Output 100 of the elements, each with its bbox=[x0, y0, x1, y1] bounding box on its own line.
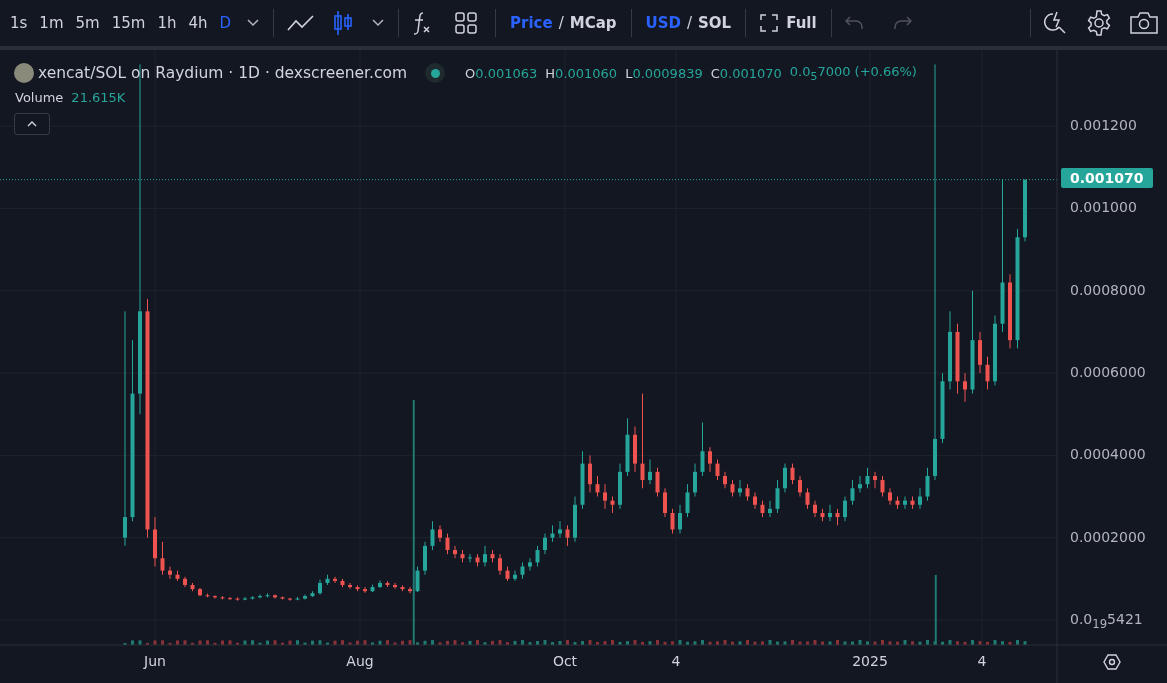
timeframe-button[interactable]: 1s bbox=[4, 14, 34, 32]
lightning-search-icon[interactable] bbox=[1044, 11, 1068, 35]
price-axis-label: 0.0004000 bbox=[1070, 446, 1146, 463]
time-axis-label: 2025 bbox=[852, 653, 888, 669]
candlestick bbox=[160, 541, 165, 576]
candlestick bbox=[925, 467, 930, 502]
settings-icon[interactable] bbox=[1103, 653, 1121, 671]
ohlc-value: H0.001060 bbox=[545, 65, 618, 81]
time-axis-label: Oct bbox=[552, 653, 578, 669]
collapse-button[interactable] bbox=[14, 113, 50, 135]
candlestick bbox=[715, 458, 720, 481]
slash-separator: / bbox=[685, 14, 694, 32]
candlestick bbox=[880, 475, 885, 498]
candlestick bbox=[640, 393, 645, 489]
toggle-option[interactable]: USD bbox=[643, 14, 683, 32]
candlestick bbox=[663, 487, 667, 518]
candlestick bbox=[798, 475, 802, 498]
timeframe-button[interactable]: 5m bbox=[69, 14, 106, 32]
timeframe-button[interactable]: 1h bbox=[151, 14, 183, 32]
toggle-option[interactable]: SOL bbox=[696, 14, 734, 32]
candlestick bbox=[363, 586, 367, 594]
time-axis-label: Aug bbox=[346, 653, 374, 669]
volume-value: 21.615K bbox=[71, 90, 126, 105]
candlestick-icon[interactable] bbox=[333, 10, 354, 36]
current-price-badge: 0.001070 bbox=[1061, 167, 1153, 188]
candlestick bbox=[865, 467, 870, 489]
candlestick bbox=[378, 579, 382, 589]
candlestick bbox=[453, 545, 457, 559]
line-chart-icon[interactable] bbox=[287, 14, 316, 32]
chevron-up-icon bbox=[27, 121, 37, 127]
candlestick bbox=[408, 586, 412, 594]
fullscreen-button[interactable]: Full bbox=[750, 14, 827, 32]
candlestick bbox=[603, 483, 607, 510]
timeframe-button[interactable]: 1m bbox=[33, 14, 70, 32]
function-icon[interactable] bbox=[412, 11, 433, 35]
candlestick bbox=[678, 504, 682, 535]
candlestick bbox=[235, 596, 240, 602]
layout-grid-icon[interactable] bbox=[455, 12, 478, 34]
candlestick bbox=[843, 496, 847, 522]
ohlc-value: L0.0009839 bbox=[625, 65, 703, 81]
candlestick bbox=[468, 553, 472, 563]
price-change: 0.0$_{5}$7000 (+0.66%) bbox=[789, 63, 917, 83]
ohlc-value: C0.001070 bbox=[710, 65, 782, 81]
chevron-down-icon[interactable] bbox=[247, 19, 260, 27]
candlestick bbox=[888, 487, 892, 506]
pair-title: xencat/SOL on Raydium · 1D · dexscreener.com bbox=[38, 64, 408, 82]
time-axis-label: 4 bbox=[977, 653, 987, 669]
candlestick bbox=[513, 570, 517, 582]
price-axis-label: 0.0008000 bbox=[1070, 281, 1146, 298]
candlestick bbox=[535, 545, 540, 567]
fullscreen-icon bbox=[760, 14, 779, 32]
candlestick bbox=[430, 520, 435, 551]
candlestick bbox=[333, 576, 337, 584]
settings-icon[interactable] bbox=[1086, 10, 1112, 36]
price-axis-label: 0.0006000 bbox=[1070, 364, 1146, 381]
candlestick bbox=[858, 475, 862, 493]
candlestick bbox=[415, 565, 420, 593]
candlestick bbox=[813, 500, 817, 518]
candlestick bbox=[348, 582, 352, 590]
price-axis-label: 0.0002000 bbox=[1070, 528, 1146, 545]
candlestick bbox=[933, 63, 937, 481]
candlestick bbox=[123, 310, 127, 547]
camera-icon[interactable] bbox=[1130, 11, 1158, 35]
candlestick bbox=[393, 582, 397, 590]
candlestick bbox=[708, 446, 712, 473]
chevron-down-icon[interactable] bbox=[372, 19, 385, 27]
candlestick bbox=[595, 475, 600, 498]
candlestick bbox=[685, 483, 690, 518]
status-dot bbox=[425, 63, 446, 83]
candlestick bbox=[828, 504, 832, 522]
candlestick bbox=[558, 520, 562, 539]
candlestick bbox=[498, 553, 502, 576]
candlestick bbox=[693, 463, 697, 498]
candlestick bbox=[738, 479, 742, 498]
candlestick bbox=[543, 533, 547, 555]
toggle-option[interactable]: Price bbox=[508, 14, 555, 32]
slash-separator: / bbox=[557, 14, 565, 32]
candlestick bbox=[873, 471, 877, 489]
candlestick bbox=[670, 508, 675, 535]
price-axis-label: 0.001000 bbox=[1070, 199, 1137, 216]
candlestick bbox=[648, 458, 652, 485]
timeframe-button[interactable]: 15m bbox=[105, 14, 152, 32]
time-axis-label: Jun bbox=[144, 653, 166, 669]
time-axis-label: 4 bbox=[671, 653, 681, 669]
toggle-option[interactable]: MCap bbox=[567, 14, 619, 32]
candlestick bbox=[790, 463, 795, 485]
timeframe-button[interactable]: 4h bbox=[182, 14, 214, 32]
avatar-circle bbox=[14, 63, 34, 83]
candlestick bbox=[565, 524, 570, 547]
candlestick bbox=[588, 454, 592, 493]
candlestick bbox=[700, 421, 705, 477]
timeframe-button[interactable]: D bbox=[213, 14, 238, 32]
candlestick bbox=[445, 533, 450, 555]
volume-label: Volume bbox=[15, 90, 64, 105]
price-axis-label: 0.001200 bbox=[1070, 117, 1137, 134]
candlestick bbox=[655, 467, 660, 498]
volume-spike bbox=[934, 575, 937, 645]
candlestick bbox=[768, 500, 772, 518]
candlestick bbox=[963, 372, 967, 403]
candlestick bbox=[483, 545, 487, 567]
